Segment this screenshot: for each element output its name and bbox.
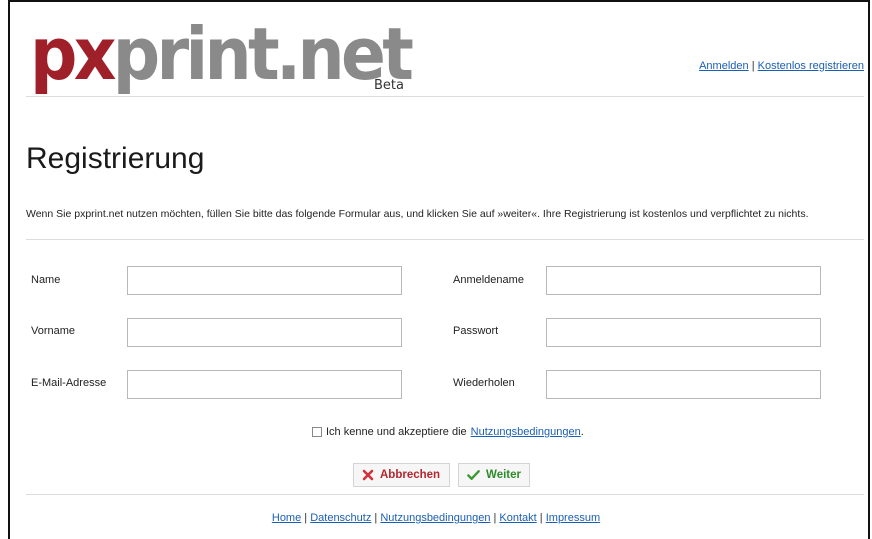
cross-icon bbox=[362, 469, 374, 481]
username-input[interactable] bbox=[546, 266, 821, 295]
page-title: Registrierung bbox=[26, 142, 205, 175]
repeat-password-label: Wiederholen bbox=[453, 377, 515, 389]
footer-link-contact[interactable]: Kontakt bbox=[499, 512, 536, 524]
email-label: E-Mail-Adresse bbox=[31, 377, 107, 389]
terms-checkbox[interactable] bbox=[312, 427, 322, 437]
site-logo[interactable]: pxprint.net bbox=[30, 12, 414, 96]
terms-link[interactable]: Nutzungsbedingungen bbox=[471, 426, 581, 438]
intro-divider bbox=[26, 239, 864, 240]
password-input[interactable] bbox=[546, 318, 821, 347]
footer-divider bbox=[26, 494, 864, 495]
check-icon bbox=[467, 470, 480, 480]
footer-link-home[interactable]: Home bbox=[272, 512, 301, 524]
cancel-button[interactable]: Abbrechen bbox=[353, 463, 450, 487]
login-link[interactable]: Anmelden bbox=[699, 60, 749, 72]
cancel-label: Abbrechen bbox=[380, 469, 441, 481]
footer-separator: | bbox=[493, 512, 497, 524]
logo-rest: print.net bbox=[112, 12, 414, 96]
next-button[interactable]: Weiter bbox=[458, 463, 530, 487]
next-label: Weiter bbox=[486, 469, 521, 481]
header-divider bbox=[26, 96, 864, 97]
auth-links: Anmelden | Kostenlos registrieren bbox=[699, 60, 864, 72]
terms-row: Ich kenne und akzeptiere die Nutzungsbed… bbox=[312, 426, 584, 438]
username-label: Anmeldename bbox=[453, 274, 524, 286]
register-link[interactable]: Kostenlos registrieren bbox=[758, 60, 864, 72]
firstname-input[interactable] bbox=[127, 318, 402, 347]
footer-separator: | bbox=[304, 512, 308, 524]
logo-px: px bbox=[30, 12, 116, 96]
footer-separator: | bbox=[539, 512, 543, 524]
email-input[interactable] bbox=[127, 370, 402, 399]
firstname-label: Vorname bbox=[31, 325, 76, 337]
name-label: Name bbox=[31, 274, 61, 286]
terms-suffix: . bbox=[580, 426, 584, 438]
terms-text: Ich kenne und akzeptiere die bbox=[326, 426, 467, 438]
password-label: Passwort bbox=[453, 325, 499, 337]
footer-link-imprint[interactable]: Impressum bbox=[546, 512, 600, 524]
footer-separator: | bbox=[374, 512, 378, 524]
intro-text: Wenn Sie pxprint.net nutzen möchten, fül… bbox=[26, 208, 809, 220]
auth-separator: | bbox=[751, 60, 755, 72]
footer-link-privacy[interactable]: Datenschutz bbox=[310, 512, 371, 524]
name-input[interactable] bbox=[127, 266, 402, 295]
footer-nav: Home | Datenschutz | Nutzungsbedingungen… bbox=[0, 512, 872, 524]
beta-label: Beta bbox=[374, 78, 404, 93]
footer-link-terms[interactable]: Nutzungsbedingungen bbox=[380, 512, 490, 524]
repeat-password-input[interactable] bbox=[546, 370, 821, 399]
